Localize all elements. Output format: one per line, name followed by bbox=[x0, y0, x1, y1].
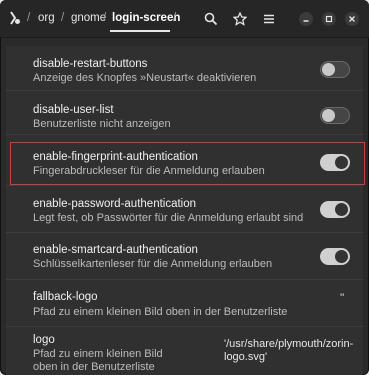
toggle-switch[interactable] bbox=[320, 61, 350, 78]
setting-key: disable-restart-buttons bbox=[33, 58, 148, 70]
breadcrumb-item-login-screen[interactable]: login-screen bbox=[112, 12, 180, 24]
setting-value: '' bbox=[340, 292, 345, 304]
setting-value: logo.svg' bbox=[224, 351, 268, 363]
setting-key: enable-smartcard-authentication bbox=[33, 244, 198, 256]
setting-value: '/usr/share/plymouth/zorin- bbox=[224, 338, 354, 350]
setting-key: fallback-logo bbox=[33, 291, 98, 303]
setting-description: Fingerabdruckleser für die Anmeldung erl… bbox=[33, 165, 265, 177]
breadcrumb-item-gnome[interactable]: gnome bbox=[71, 12, 106, 24]
dconf-editor-window: / org / gnome / login-screen / disable-r… bbox=[0, 0, 369, 375]
setting-description: Legt fest, ob Passwörter für die Anmeldu… bbox=[33, 212, 304, 224]
list-item[interactable]: enable-fingerprint-authentication Finger… bbox=[6, 135, 363, 186]
settings-list: disable-restart-buttons Anzeige des Knop… bbox=[6, 46, 365, 375]
toggle-switch[interactable] bbox=[320, 248, 350, 265]
list-item[interactable]: enable-password-authentication Legt fest… bbox=[6, 186, 363, 233]
list-item[interactable]: logo Pfad zu einem kleinen Bild oben in … bbox=[6, 327, 363, 375]
list-item[interactable]: disable-user-list Benutzerliste nicht an… bbox=[6, 91, 363, 135]
setting-description: Pfad zu einem kleinen Bild bbox=[33, 348, 163, 360]
list-item[interactable]: disable-restart-buttons Anzeige des Knop… bbox=[6, 46, 363, 91]
setting-description: Schlüsselkartenleser für die Anmeldung e… bbox=[33, 258, 273, 270]
maximize-icon[interactable] bbox=[322, 12, 336, 26]
setting-key: enable-password-authentication bbox=[33, 198, 197, 210]
toggle-switch[interactable] bbox=[320, 201, 350, 218]
star-icon[interactable] bbox=[230, 9, 250, 29]
breadcrumb-separator: / bbox=[173, 12, 177, 24]
toggle-switch[interactable] bbox=[320, 154, 350, 171]
breadcrumb-item-org[interactable]: org bbox=[38, 12, 55, 24]
breadcrumb-separator: / bbox=[103, 12, 107, 24]
setting-key: disable-user-list bbox=[33, 104, 114, 116]
setting-key: logo bbox=[33, 334, 55, 346]
minimize-icon[interactable] bbox=[299, 12, 313, 26]
setting-description: Anzeige des Knopfes »Neustart« deaktivie… bbox=[33, 72, 257, 84]
search-icon[interactable] bbox=[201, 9, 221, 29]
setting-description: Benutzerliste nicht anzeigen bbox=[33, 118, 171, 130]
setting-description: Pfad zu einem kleinen Bild oben in der B… bbox=[33, 306, 288, 318]
list-item[interactable]: fallback-logo Pfad zu einem kleinen Bild… bbox=[6, 280, 363, 327]
toggle-switch[interactable] bbox=[320, 107, 350, 124]
close-icon[interactable] bbox=[345, 12, 359, 26]
header-bar: / org / gnome / login-screen / bbox=[0, 0, 369, 38]
breadcrumb-active-indicator bbox=[110, 30, 170, 32]
menu-icon[interactable] bbox=[259, 9, 279, 29]
setting-description: oben in der Benutzerliste bbox=[33, 361, 155, 373]
list-item[interactable]: enable-smartcard-authentication Schlüsse… bbox=[6, 233, 363, 280]
breadcrumb-separator: / bbox=[61, 12, 65, 24]
dconf-app-icon[interactable] bbox=[8, 10, 22, 26]
breadcrumb-separator: / bbox=[27, 12, 31, 24]
setting-key: enable-fingerprint-authentication bbox=[33, 151, 198, 163]
